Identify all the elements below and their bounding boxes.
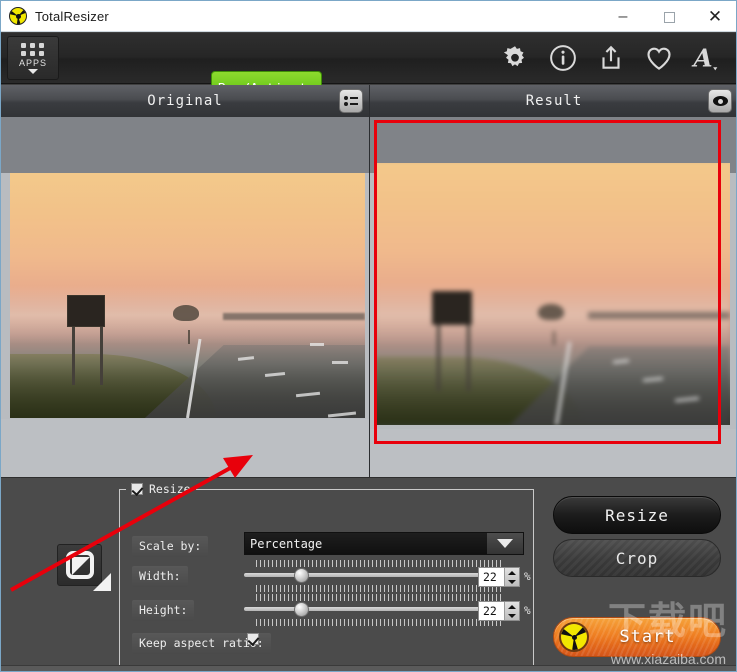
width-slider-rail[interactable] bbox=[244, 573, 516, 577]
resize-enable-checkbox[interactable] bbox=[131, 483, 143, 495]
scale-by-value: Percentage bbox=[245, 537, 322, 551]
original-image bbox=[10, 173, 365, 418]
start-label: Start bbox=[589, 627, 720, 647]
arrow-in-icon bbox=[72, 557, 90, 575]
list-view-icon[interactable] bbox=[339, 89, 363, 113]
svg-text:A: A bbox=[691, 44, 712, 73]
width-slider[interactable] bbox=[244, 560, 516, 592]
start-button[interactable]: Start bbox=[553, 617, 721, 657]
width-value: 22 bbox=[479, 570, 497, 584]
result-matte-bottom bbox=[370, 429, 737, 477]
main-toolbar: APPS Buy/Activate bbox=[1, 33, 737, 84]
close-icon: ✕ bbox=[708, 7, 722, 27]
window-controls: – ✕ bbox=[600, 1, 737, 31]
keep-aspect-checkbox[interactable] bbox=[247, 633, 259, 645]
minimize-icon: – bbox=[619, 8, 628, 26]
minimize-button[interactable]: – bbox=[600, 1, 646, 33]
resize-group-box: Resize Scale by: Percentage Width: 22 bbox=[119, 489, 534, 669]
apps-label: APPS bbox=[19, 58, 47, 68]
width-stepper-arrows[interactable] bbox=[504, 568, 519, 586]
result-panel-title: Result bbox=[526, 93, 583, 109]
resize-mode-button[interactable]: Resize bbox=[553, 496, 721, 534]
app-radiation-icon bbox=[9, 7, 27, 25]
gear-icon[interactable] bbox=[498, 40, 532, 76]
width-ticks-top bbox=[256, 560, 504, 567]
height-slider-rail[interactable] bbox=[244, 607, 516, 611]
resize-group-title: Resize bbox=[126, 482, 196, 496]
height-ticks-bottom bbox=[256, 619, 504, 626]
grid-dots-icon bbox=[21, 43, 45, 56]
start-radiation-icon bbox=[559, 622, 589, 652]
apps-button[interactable]: APPS bbox=[7, 36, 59, 80]
height-stepper-arrows[interactable] bbox=[504, 602, 519, 620]
preview-area bbox=[1, 117, 737, 477]
width-unit: % bbox=[524, 570, 531, 583]
scale-by-label: Scale by: bbox=[132, 536, 208, 557]
original-preview-panel[interactable] bbox=[1, 117, 370, 477]
window-title: TotalResizer bbox=[35, 9, 109, 24]
height-ticks-top bbox=[256, 594, 504, 601]
result-panel-header: Result bbox=[370, 85, 737, 117]
crop-mode-button[interactable]: Crop bbox=[553, 539, 721, 577]
width-slider-knob[interactable] bbox=[294, 568, 309, 583]
close-button[interactable]: ✕ bbox=[692, 1, 737, 33]
result-image bbox=[375, 163, 730, 425]
preview-panel-headers: Original Result bbox=[1, 85, 737, 117]
height-unit: % bbox=[524, 604, 531, 617]
original-matte-bottom bbox=[1, 419, 369, 477]
height-slider[interactable] bbox=[244, 594, 516, 626]
arrow-out-icon bbox=[93, 573, 111, 591]
eye-preview-icon[interactable] bbox=[708, 89, 732, 113]
toolbar-icon-group: A bbox=[498, 40, 724, 76]
original-panel-header: Original bbox=[1, 85, 370, 117]
share-icon[interactable] bbox=[594, 40, 628, 76]
height-label: Height: bbox=[132, 600, 194, 621]
chevron-down-icon[interactable] bbox=[487, 533, 523, 554]
width-stepper[interactable]: 22 bbox=[478, 567, 520, 587]
width-label: Width: bbox=[132, 566, 188, 587]
heart-icon[interactable] bbox=[642, 40, 676, 76]
title-bar: TotalResizer – ✕ bbox=[1, 0, 737, 32]
scale-by-dropdown[interactable]: Percentage bbox=[244, 532, 524, 555]
info-icon[interactable] bbox=[546, 40, 580, 76]
height-value: 22 bbox=[479, 604, 497, 618]
chevron-down-icon bbox=[28, 69, 38, 74]
maximize-icon bbox=[664, 12, 675, 23]
status-bar bbox=[1, 665, 737, 671]
scale-resize-icon-button[interactable] bbox=[57, 544, 102, 586]
font-a-icon[interactable]: A bbox=[690, 40, 724, 76]
original-matte-top bbox=[1, 117, 369, 173]
result-preview-panel[interactable] bbox=[370, 117, 737, 477]
height-stepper[interactable]: 22 bbox=[478, 601, 520, 621]
original-panel-title: Original bbox=[147, 93, 222, 109]
maximize-button[interactable] bbox=[646, 1, 692, 33]
resize-group-label: Resize bbox=[149, 482, 191, 496]
height-slider-knob[interactable] bbox=[294, 602, 309, 617]
application-window: TotalResizer – ✕ APPS Buy/Activate bbox=[0, 0, 737, 672]
width-ticks-bottom bbox=[256, 585, 504, 592]
